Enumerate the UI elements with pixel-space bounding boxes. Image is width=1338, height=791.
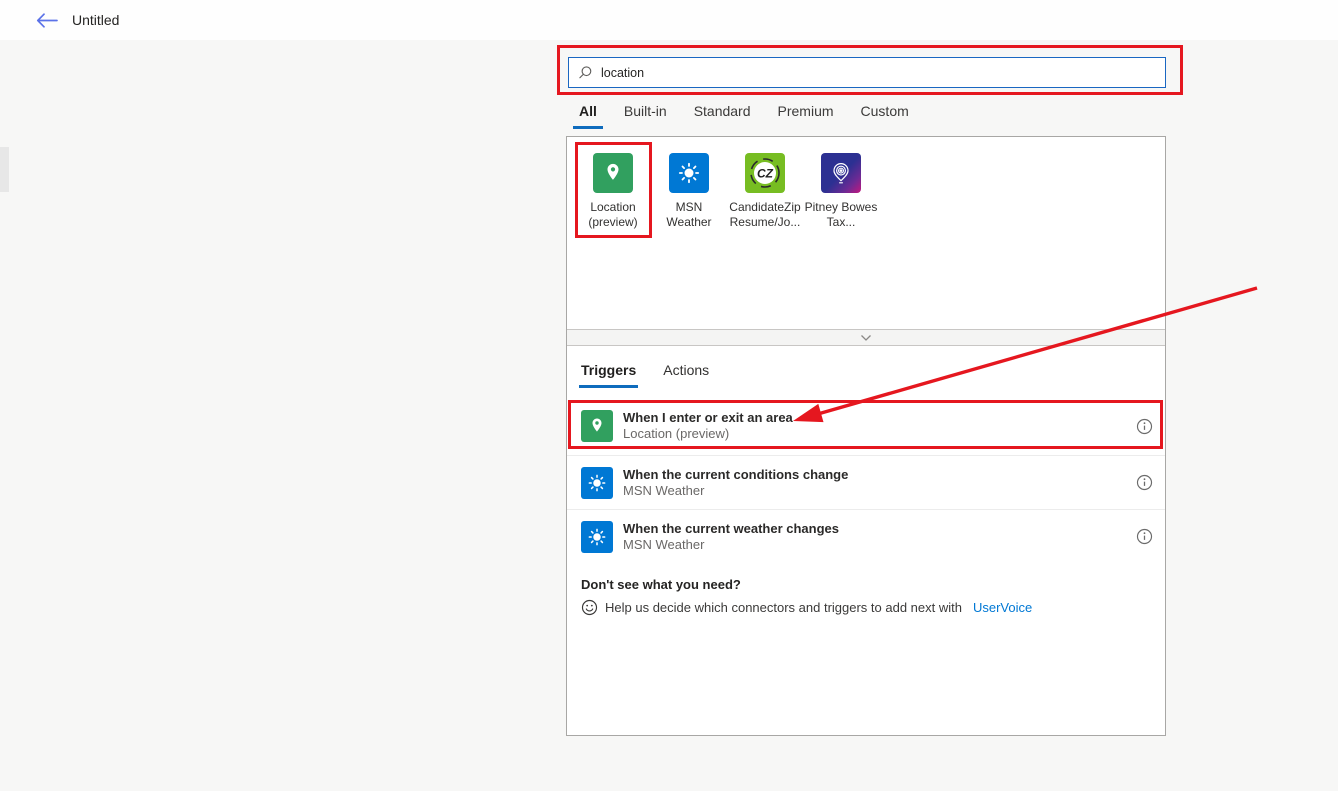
top-bar: Untitled: [0, 0, 1338, 40]
footer-message: Help us decide which connectors and trig…: [605, 600, 962, 615]
tab-triggers[interactable]: Triggers: [579, 362, 638, 388]
tab-premium[interactable]: Premium: [778, 103, 834, 129]
cz-logo-icon: CZ: [745, 153, 785, 193]
sun-icon: [581, 521, 613, 553]
footer-heading: Don't see what you need?: [581, 577, 741, 592]
category-tabs: All Built-in Standard Premium Custom: [579, 103, 909, 129]
collapsed-panel-handle[interactable]: [0, 147, 9, 192]
tile-label: CandidateZipResume/Jo...: [729, 200, 800, 230]
location-pin-icon: [593, 153, 633, 193]
footer-message-line: Help us decide which connectors and trig…: [581, 599, 1032, 616]
sun-icon: [581, 467, 613, 499]
search-icon: [578, 65, 593, 80]
flow-title: Untitled: [72, 0, 119, 40]
tile-label: Location(preview): [588, 200, 637, 230]
connector-search-box[interactable]: [568, 57, 1166, 88]
location-pin-icon: [581, 410, 613, 442]
trigger-action-tabs: Triggers Actions: [581, 362, 709, 388]
tab-custom[interactable]: Custom: [861, 103, 909, 129]
trigger-text: When the current weather changes MSN Wea…: [623, 521, 839, 553]
sun-icon: [669, 153, 709, 193]
tab-standard[interactable]: Standard: [694, 103, 751, 129]
trigger-row-enter-exit-area[interactable]: When I enter or exit an area Location (p…: [567, 403, 1165, 449]
trigger-row-weather-changes[interactable]: When the current weather changes MSN Wea…: [567, 509, 1165, 563]
pb-pin-icon: [821, 153, 861, 193]
tab-all[interactable]: All: [573, 103, 603, 129]
info-icon[interactable]: [1136, 474, 1153, 491]
tile-label: Pitney BowesTax...: [805, 200, 878, 230]
info-icon[interactable]: [1136, 528, 1153, 545]
back-arrow-icon: [36, 13, 58, 28]
flow-designer-page: Untitled All Built-in Standard Premium C…: [0, 0, 1338, 791]
trigger-text: When I enter or exit an area Location (p…: [623, 410, 793, 442]
connector-picker-panel: Location(preview) MSNWeather: [566, 136, 1166, 736]
back-button[interactable]: [36, 13, 58, 28]
tile-label: MSNWeather: [666, 200, 711, 230]
chevron-down-icon: [860, 334, 872, 342]
trigger-row-conditions-change[interactable]: When the current conditions change MSN W…: [567, 455, 1165, 509]
trigger-text: When the current conditions change MSN W…: [623, 467, 848, 499]
uservoice-link[interactable]: UserVoice: [973, 600, 1032, 615]
svg-text:CZ: CZ: [757, 167, 774, 181]
smiley-icon: [581, 599, 598, 616]
search-input[interactable]: [601, 66, 1121, 80]
tab-built-in[interactable]: Built-in: [624, 103, 667, 129]
info-icon[interactable]: [1136, 418, 1153, 435]
connector-tile-pitney-bowes[interactable]: Pitney BowesTax...: [795, 153, 887, 230]
tab-actions[interactable]: Actions: [663, 362, 709, 388]
expand-results-bar[interactable]: [567, 329, 1165, 346]
